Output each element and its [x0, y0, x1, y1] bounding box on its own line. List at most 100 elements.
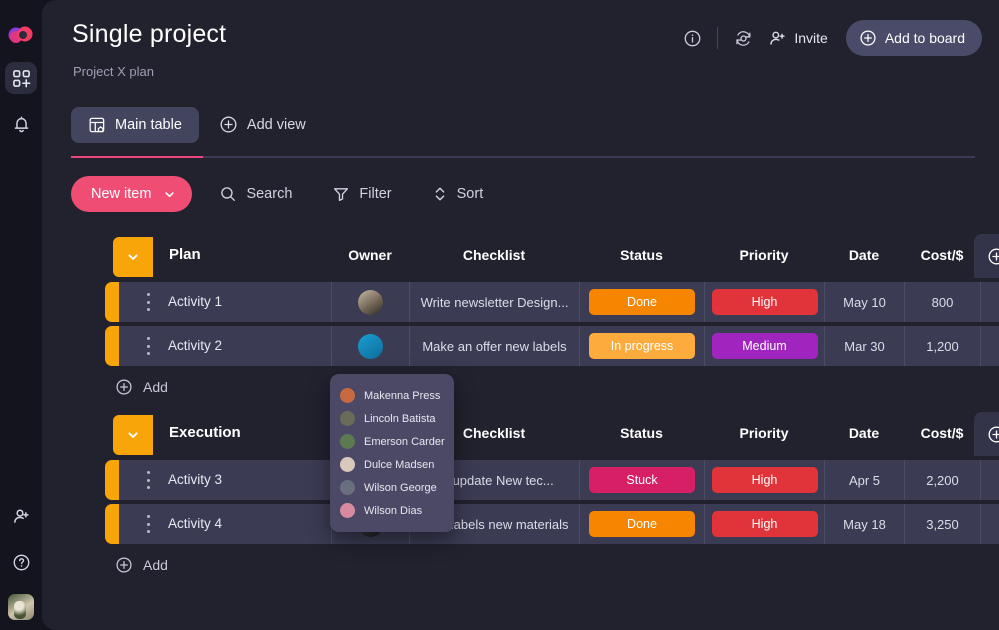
filter-button[interactable]: Filter	[319, 177, 404, 211]
plus-circle-icon	[859, 29, 877, 47]
cell-date[interactable]: May 18	[824, 504, 904, 544]
header-actions: Invite Add to board	[675, 20, 982, 56]
cell-priority[interactable]: High	[704, 504, 824, 544]
cell-date[interactable]: May 10	[824, 282, 904, 322]
row-menu-button[interactable]	[141, 293, 155, 311]
add-to-board-label: Add to board	[884, 30, 965, 46]
new-item-button[interactable]: New item	[71, 176, 193, 212]
search-button[interactable]: Search	[206, 177, 305, 211]
cell-owner[interactable]	[331, 282, 409, 322]
group-title: Execution	[169, 424, 241, 441]
add-row-label: Add	[143, 379, 168, 395]
sidebar-item-help[interactable]	[5, 546, 37, 578]
sort-button[interactable]: Sort	[419, 177, 497, 211]
cell-date[interactable]: Mar 30	[824, 326, 904, 366]
invite-button[interactable]: Invite	[760, 23, 839, 54]
group-title: Plan	[169, 246, 201, 263]
cell-status[interactable]: Done	[579, 504, 704, 544]
tab-main-table[interactable]: Main table	[71, 106, 199, 143]
table-row[interactable]: Activity 2 Make an offer new labels In pro…	[105, 326, 999, 366]
column-header-status[interactable]: Status	[579, 425, 704, 441]
cell-checklist[interactable]: Write newsletter Design...	[409, 282, 579, 322]
add-to-board-button[interactable]: Add to board	[845, 20, 982, 56]
dropdown-item[interactable]: Emerson Carder	[330, 430, 454, 453]
cell-date[interactable]: Apr 5	[824, 460, 904, 500]
page-title: Single project	[72, 20, 227, 48]
dropdown-item[interactable]: Makenna Press	[330, 384, 454, 407]
status-badge: In progress	[589, 333, 695, 359]
column-header-owner[interactable]: Owner	[331, 247, 409, 263]
add-row-button[interactable]: Add	[113, 548, 999, 582]
dropdown-item[interactable]: Dulce Madsen	[330, 453, 454, 476]
add-row-button[interactable]: Add	[113, 370, 999, 404]
column-header-date[interactable]: Date	[824, 425, 904, 441]
add-row-label: Add	[143, 557, 168, 573]
cell-checklist[interactable]: Make an offer new labels	[409, 326, 579, 366]
group-plan: Plan Owner Checklist Status Priority Date Cost…	[105, 232, 999, 404]
status-badge: Done	[589, 289, 695, 315]
sidebar-item-notifications[interactable]	[5, 108, 37, 140]
search-icon	[219, 185, 237, 203]
cell-priority[interactable]: Medium	[704, 326, 824, 366]
avatar	[358, 289, 383, 315]
column-header-checklist[interactable]: Checklist	[409, 247, 579, 263]
info-button[interactable]	[675, 21, 709, 55]
column-header-cost[interactable]: Cost/$	[904, 247, 980, 263]
row-menu-button[interactable]	[141, 515, 155, 533]
add-column-button[interactable]	[974, 412, 999, 456]
cell-priority[interactable]: High	[704, 282, 824, 322]
tab-main-table-label: Main table	[115, 116, 182, 133]
collapse-group-button[interactable]	[113, 415, 153, 455]
search-label: Search	[246, 186, 293, 202]
priority-badge: High	[711, 289, 818, 315]
dropdown-item[interactable]: Lincoln Batista	[330, 407, 454, 430]
priority-badge: Medium	[711, 333, 818, 359]
views-underline	[71, 156, 975, 158]
cell-status[interactable]: Stuck	[579, 460, 704, 500]
dropdown-item[interactable]: Wilson George	[330, 476, 454, 499]
column-header-status[interactable]: Status	[579, 247, 704, 263]
cell-owner[interactable]	[331, 326, 409, 366]
row-menu-button[interactable]	[141, 471, 155, 489]
cell-cost[interactable]: 800	[904, 282, 980, 322]
dropdown-item[interactable]: Wilson Dias	[330, 499, 454, 522]
table-row[interactable]: Activity 1 Write newsletter Design... Done…	[105, 282, 999, 322]
group-execution: Execution Checklist Status Priority Date Cost…	[105, 410, 999, 582]
column-header-priority[interactable]: Priority	[704, 247, 824, 263]
add-column-button[interactable]	[974, 234, 999, 278]
row-group-accent	[105, 460, 119, 500]
sidebar-item-apps[interactable]	[5, 62, 37, 94]
dropdown-item-label: Lincoln Batista	[364, 412, 436, 425]
cell-cost[interactable]: 1,200	[904, 326, 980, 366]
cell-status[interactable]: Done	[579, 282, 704, 322]
left-rail	[0, 0, 42, 630]
column-header-date[interactable]: Date	[824, 247, 904, 263]
cell-priority[interactable]: High	[704, 460, 824, 500]
column-header-priority[interactable]: Priority	[704, 425, 824, 441]
row-name: Activity 3	[168, 472, 223, 487]
cell-cost[interactable]: 3,250	[904, 504, 980, 544]
dropdown-item-label: Dulce Madsen	[364, 458, 435, 471]
avatar	[340, 388, 355, 403]
activity-log-button[interactable]	[726, 21, 760, 55]
invite-label: Invite	[794, 30, 828, 46]
dropdown-item-label: Wilson George	[364, 481, 437, 494]
row-menu-button[interactable]	[141, 337, 155, 355]
table-row[interactable]: Activity 3 es update New tec... Stuck High A…	[105, 460, 999, 500]
add-view-label: Add view	[246, 116, 306, 133]
dropdown-item-label: Emerson Carder	[364, 435, 445, 448]
new-item-label: New item	[91, 186, 152, 202]
column-header-cost[interactable]: Cost/$	[904, 425, 980, 441]
cell-cost[interactable]: 2,200	[904, 460, 980, 500]
apps-grid-add-icon	[12, 69, 31, 88]
plus-circle-icon	[987, 247, 999, 266]
cell-status[interactable]: In progress	[579, 326, 704, 366]
avatar[interactable]	[8, 594, 34, 620]
monday-logo-icon[interactable]	[8, 22, 34, 48]
toolbar: New item Search Filter Sort	[71, 176, 496, 212]
people-dropdown[interactable]: Makenna Press Lincoln Batista Emerson Ca…	[330, 374, 454, 532]
add-view-button[interactable]: Add view	[207, 106, 318, 143]
sidebar-item-invite[interactable]	[5, 500, 37, 532]
collapse-group-button[interactable]	[113, 237, 153, 277]
table-row[interactable]: Activity 4 Print labels new materials Done…	[105, 504, 999, 544]
